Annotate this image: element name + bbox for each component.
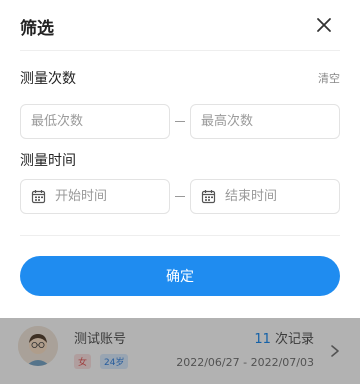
sheet-title: 筛选 [20,19,54,39]
range-dash [175,196,185,197]
divider [20,50,340,51]
start-date-field [20,179,170,214]
calendar-icon [31,190,46,204]
clear-button[interactable]: 清空 [318,70,340,86]
divider [20,235,340,236]
section-label-time: 测量时间 [20,153,76,169]
range-dash [175,121,185,122]
min-count-input[interactable] [21,105,169,138]
confirm-button[interactable]: 确定 [20,256,340,296]
max-count-field [190,104,340,139]
section-label-count: 测量次数 [20,71,76,87]
filter-sheet: 筛选 测量次数 清空 测量时间 [0,0,360,318]
calendar-icon [201,190,216,204]
end-date-field [190,179,340,214]
modal-backdrop[interactable] [0,318,360,384]
min-count-field [20,104,170,139]
max-count-input[interactable] [191,105,339,138]
close-icon[interactable] [313,14,335,36]
